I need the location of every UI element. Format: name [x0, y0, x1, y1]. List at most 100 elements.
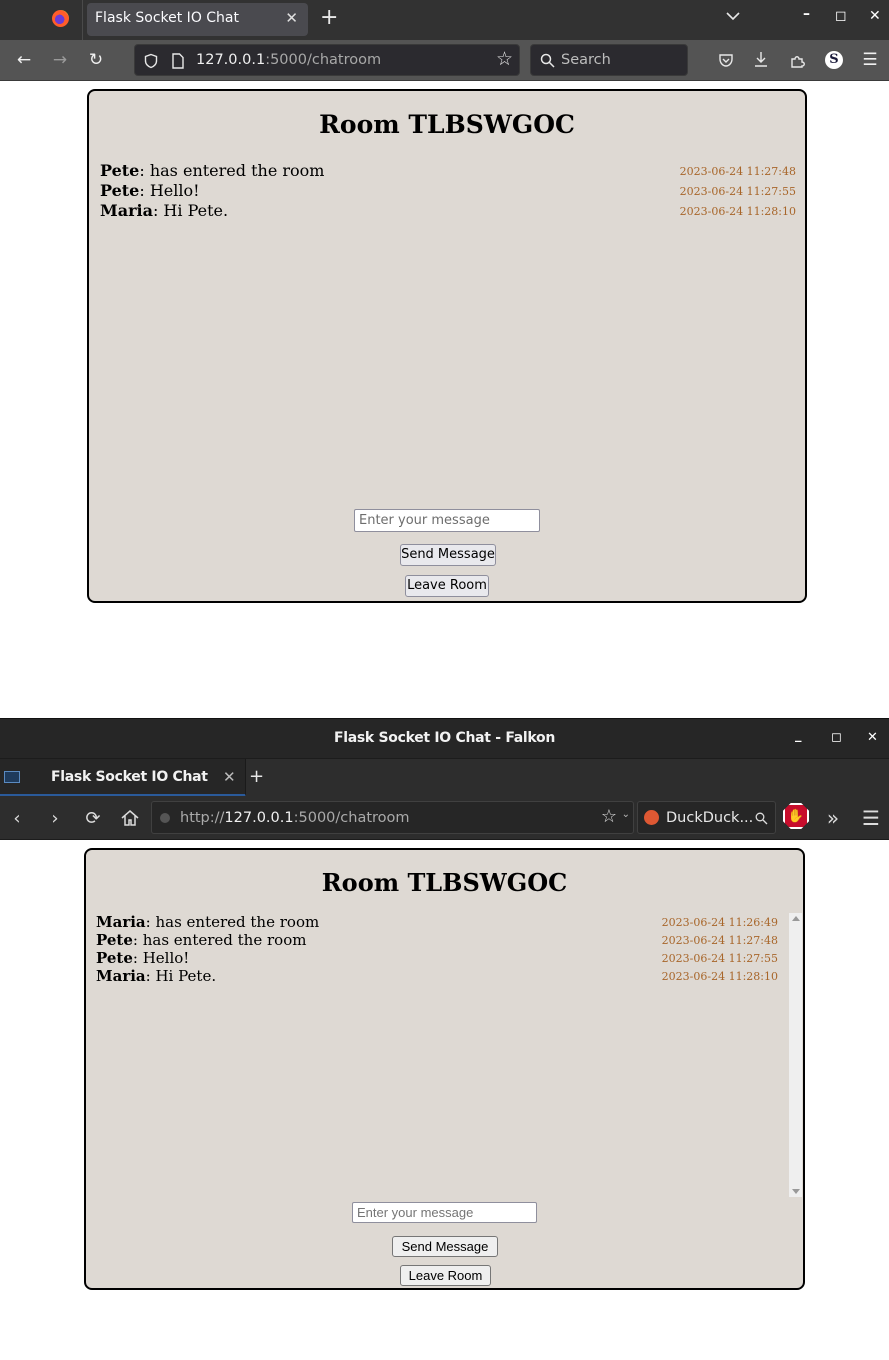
falkon-nav-bar: ‹ › ⟳ http://127.0.0.1:5000/chatroom ☆ ⌄… — [0, 796, 889, 840]
message-body: : Hello! — [139, 181, 200, 200]
message-text: Maria: has entered the room — [96, 913, 319, 931]
maximize-icon[interactable]: ◻ — [835, 8, 847, 24]
home-icon[interactable] — [120, 808, 140, 828]
shield-icon[interactable] — [143, 53, 159, 69]
message-timestamp: 2023-06-24 11:26:49 — [661, 916, 778, 929]
message-user: Pete — [96, 931, 133, 949]
close-tab-icon[interactable]: ✕ — [223, 768, 236, 786]
message-body: : has entered the room — [132, 931, 307, 949]
message-text: Pete: Hello! — [96, 949, 189, 967]
url-bar[interactable]: http://127.0.0.1:5000/chatroom ☆ ⌄ — [151, 801, 634, 834]
message-body: : has entered the room — [139, 161, 325, 180]
url-bar[interactable]: 127.0.0.1:5000/chatroom ☆ — [134, 44, 520, 76]
url-host: 127.0.0.1 — [224, 810, 294, 826]
message-user: Pete — [100, 181, 140, 200]
forward-icon[interactable]: → — [49, 49, 71, 71]
falkon-title-bar: Flask Socket IO Chat - Falkon _ ◻ ✕ — [0, 718, 889, 758]
send-message-button[interactable]: Send Message — [392, 1236, 498, 1257]
message-user: Maria — [100, 201, 153, 220]
url-scheme: http:// — [180, 810, 225, 826]
scroll-down-arrow-icon[interactable] — [792, 1189, 800, 1194]
divider — [82, 0, 83, 40]
leave-room-button[interactable]: Leave Room — [405, 575, 489, 597]
url-text[interactable]: 127.0.0.1:5000/chatroom — [196, 52, 381, 68]
message-list: Maria: has entered the room 2023-06-24 1… — [96, 913, 778, 1195]
tab-title: Flask Socket IO Chat — [95, 10, 239, 26]
message-item: Pete: Hello! 2023-06-24 11:27:55 — [100, 181, 796, 201]
firefox-window: Flask Socket IO Chat ✕ + – ◻ ✕ ← → ↻ 127… — [0, 0, 889, 718]
chevron-down-icon[interactable]: ⌄ — [622, 809, 630, 820]
close-window-icon[interactable]: ✕ — [869, 8, 881, 24]
minimize-icon[interactable]: – — [803, 6, 810, 22]
chat-container: Room TLBSWGOC Pete: has entered the room… — [87, 89, 807, 603]
message-timestamp: 2023-06-24 11:28:10 — [679, 205, 796, 218]
new-tab-button[interactable]: + — [249, 766, 264, 787]
message-input[interactable]: Enter your message — [352, 1202, 537, 1223]
reload-icon[interactable]: ↻ — [85, 49, 107, 71]
message-text: Pete: has entered the room — [96, 931, 306, 949]
back-icon[interactable]: ‹ — [6, 807, 28, 829]
scroll-up-arrow-icon[interactable] — [792, 916, 800, 921]
url-host: 127.0.0.1 — [196, 52, 266, 68]
account-avatar-icon[interactable]: S — [825, 51, 843, 69]
new-tab-button[interactable]: + — [320, 5, 338, 30]
maximize-icon[interactable]: ◻ — [831, 730, 842, 745]
tab-title: Flask Socket IO Chat — [51, 769, 208, 785]
send-message-button[interactable]: Send Message — [400, 544, 496, 566]
message-input[interactable]: Enter your message — [354, 509, 540, 532]
search-icon[interactable] — [755, 812, 768, 825]
room-title: Room TLBSWGOC — [319, 110, 575, 139]
message-user: Maria — [96, 967, 146, 985]
firefox-nav-bar: ← → ↻ 127.0.0.1:5000/chatroom ☆ Search S… — [0, 40, 889, 81]
url-text[interactable]: http://127.0.0.1:5000/chatroom — [180, 810, 410, 826]
message-item: Maria: Hi Pete. 2023-06-24 11:28:10 — [96, 967, 778, 985]
search-box[interactable]: DuckDuck... — [637, 801, 776, 834]
message-text: Pete: has entered the room — [100, 161, 324, 180]
downloads-icon[interactable] — [753, 51, 769, 69]
message-list: Pete: has entered the room 2023-06-24 11… — [100, 161, 796, 501]
reload-icon[interactable]: ⟳ — [82, 807, 104, 829]
message-item: Pete: has entered the room 2023-06-24 11… — [100, 161, 796, 181]
bookmark-star-icon[interactable]: ☆ — [496, 48, 513, 70]
globe-icon — [160, 813, 170, 823]
adblock-icon[interactable]: ✋ — [783, 803, 809, 829]
message-timestamp: 2023-06-24 11:27:55 — [661, 952, 778, 965]
search-box[interactable]: Search — [530, 44, 688, 76]
message-timestamp: 2023-06-24 11:27:48 — [661, 934, 778, 947]
falkon-page: Room TLBSWGOC Maria: has entered the roo… — [0, 841, 889, 1360]
tab-flask-chat[interactable]: Flask Socket IO Chat ✕ — [0, 759, 246, 797]
firefox-logo-icon — [52, 10, 69, 27]
leave-room-button[interactable]: Leave Room — [400, 1265, 491, 1286]
more-tools-icon[interactable]: » — [822, 806, 844, 830]
pocket-icon[interactable] — [718, 52, 734, 68]
menu-icon[interactable]: ☰ — [860, 806, 882, 830]
extensions-icon[interactable] — [790, 51, 806, 69]
page-icon[interactable] — [171, 53, 185, 69]
duckduckgo-icon[interactable] — [644, 810, 659, 825]
close-window-icon[interactable]: ✕ — [867, 730, 878, 745]
minimize-icon[interactable]: _ — [795, 728, 802, 743]
message-timestamp: 2023-06-24 11:27:48 — [679, 165, 796, 178]
message-user: Maria — [96, 913, 146, 931]
terminal-favicon-icon — [4, 771, 20, 783]
back-icon[interactable]: ← — [13, 49, 35, 71]
falkon-tab-bar: Flask Socket IO Chat ✕ + — [0, 758, 889, 797]
tab-flask-chat[interactable]: Flask Socket IO Chat ✕ — [87, 3, 308, 36]
message-text: Maria: Hi Pete. — [100, 201, 228, 220]
message-body: : Hi Pete. — [152, 201, 229, 220]
message-user: Pete — [100, 161, 140, 180]
list-all-tabs-icon[interactable] — [725, 8, 741, 24]
forward-icon[interactable]: › — [44, 807, 66, 829]
url-path: :5000/chatroom — [293, 810, 410, 826]
close-tab-icon[interactable]: ✕ — [285, 9, 298, 27]
message-item: Maria: Hi Pete. 2023-06-24 11:28:10 — [100, 201, 796, 221]
message-list-scrollbar[interactable] — [789, 913, 802, 1197]
falkon-window: Flask Socket IO Chat - Falkon _ ◻ ✕ Flas… — [0, 718, 889, 1360]
firefox-tab-strip: Flask Socket IO Chat ✕ + – ◻ ✕ — [0, 0, 889, 40]
message-body: : has entered the room — [145, 913, 320, 931]
bookmark-star-icon[interactable]: ☆ — [601, 806, 617, 827]
message-text: Pete: Hello! — [100, 181, 200, 200]
menu-icon[interactable]: ☰ — [859, 49, 881, 71]
firefox-page: Room TLBSWGOC Pete: has entered the room… — [0, 81, 889, 718]
room-title: Room TLBSWGOC — [321, 868, 568, 897]
